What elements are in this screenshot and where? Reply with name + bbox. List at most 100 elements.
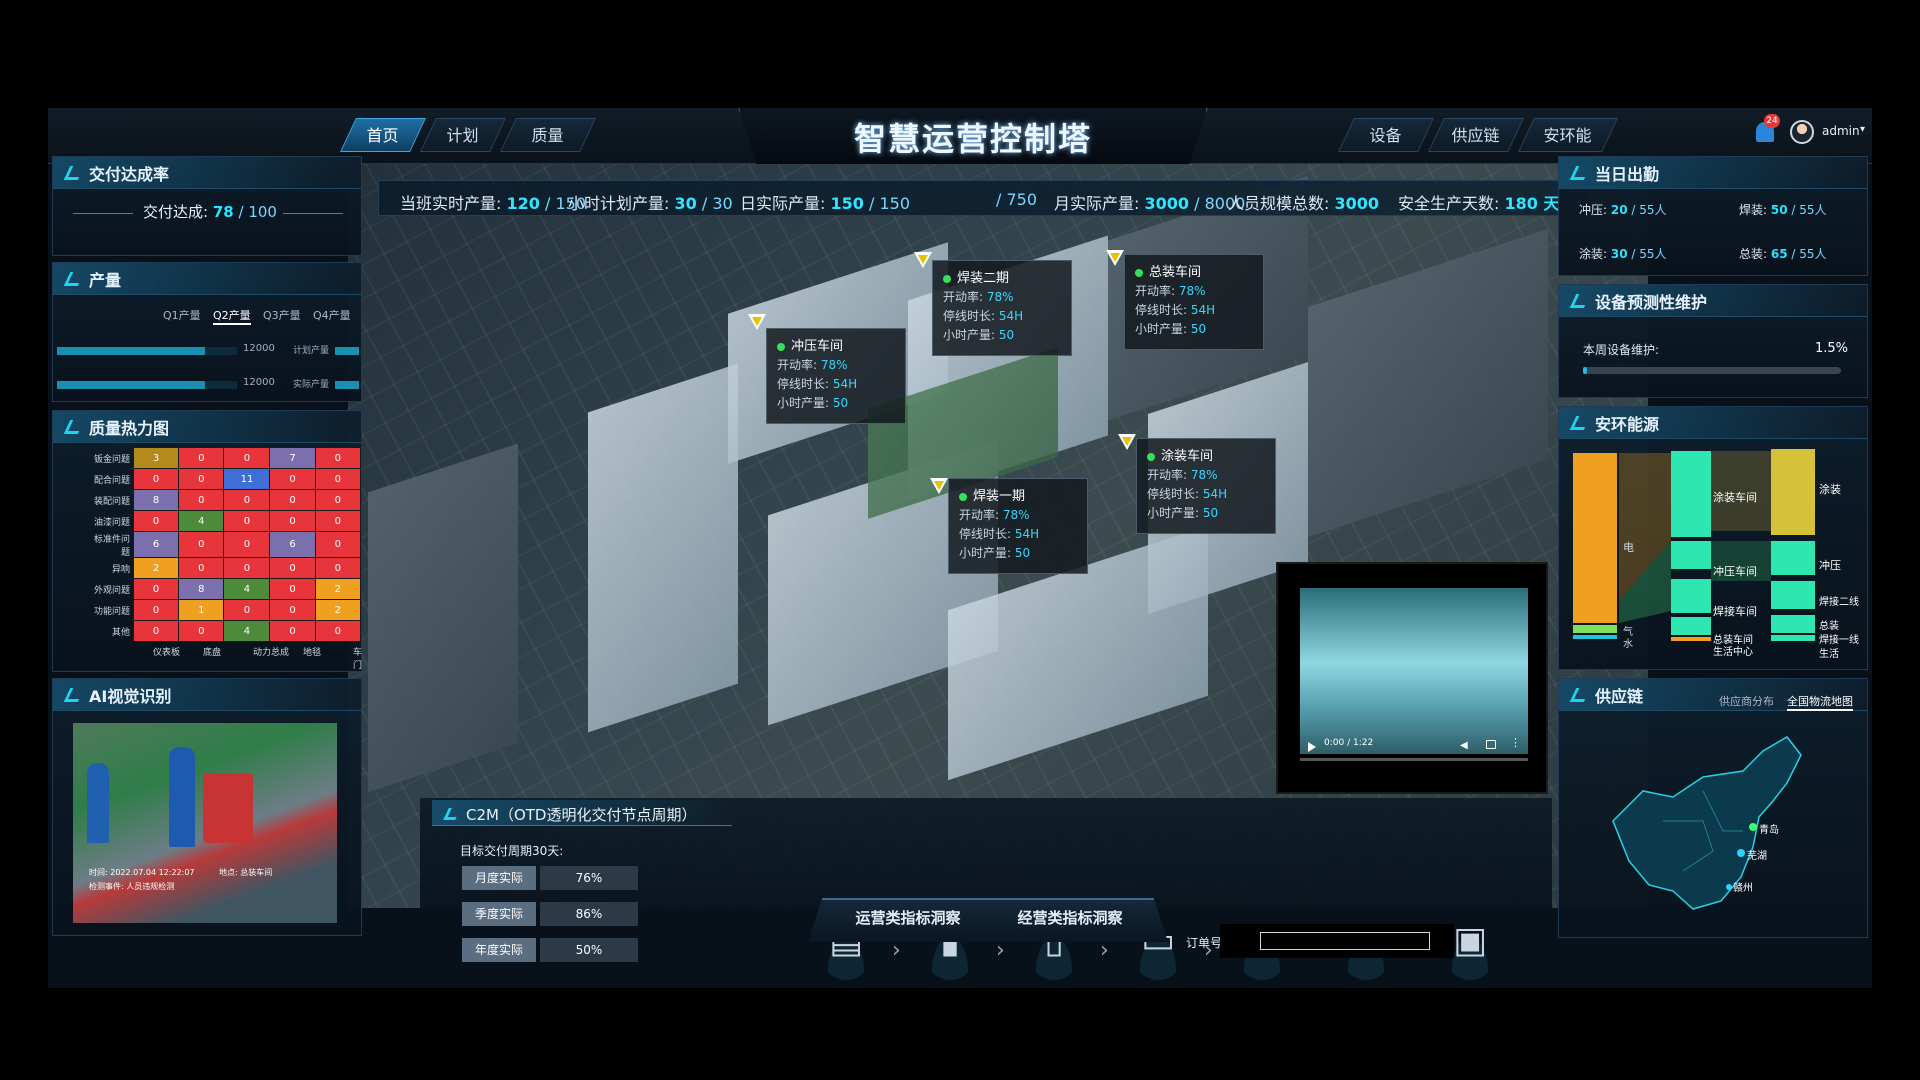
energy-label-painting: 涂装车间 <box>1713 491 1757 504</box>
heatmap-row-label: 油漆问题 <box>93 517 130 528</box>
worker-figure <box>87 763 109 843</box>
workshop-bubble-stamping[interactable]: 冲压车间 开动率: 78% 停线时长: 54H 小时产量: 50 <box>766 328 906 424</box>
heatmap-cell[interactable]: 0 <box>314 489 362 511</box>
heatmap-cell[interactable]: 0 <box>314 510 362 532</box>
heatmap-cell[interactable]: 0 <box>178 531 225 558</box>
location-pin-icon[interactable] <box>914 252 932 268</box>
city-marker-qingdao[interactable] <box>1749 823 1757 831</box>
tab-equipment[interactable]: 设备 <box>1338 118 1434 152</box>
sankey-node-stamping <box>1671 541 1711 569</box>
heatmap-cell[interactable]: 0 <box>223 531 271 558</box>
maintenance-title: 设备预测性维护 <box>1595 292 1708 312</box>
heatmap-cell[interactable]: 0 <box>223 489 271 511</box>
sankey-node-stamping-out <box>1771 541 1815 575</box>
workshop-bubble-welding-1[interactable]: 焊装一期 开动率: 78% 停线时长: 54H 小时产量: 50 <box>948 478 1088 574</box>
heatmap-cell[interactable]: 0 <box>132 599 180 621</box>
heatmap-cell[interactable]: 0 <box>269 489 316 511</box>
heatmap-cell[interactable]: 0 <box>269 578 316 600</box>
tab-supply-chain[interactable]: 供应链 <box>1428 118 1524 152</box>
heatmap-cell[interactable]: 2 <box>314 578 362 600</box>
tab-business-insight[interactable]: 经营类指标洞察 <box>990 898 1150 938</box>
tab-logistics-map[interactable]: 全国物流地图 <box>1787 693 1853 711</box>
header-marker-icon <box>1569 687 1591 702</box>
worker-figure <box>169 747 195 847</box>
city-marker-ganzhou[interactable] <box>1726 884 1732 890</box>
tab-safety-energy[interactable]: 安环能 <box>1518 118 1618 152</box>
heatmap-cell[interactable]: 0 <box>269 557 316 579</box>
heatmap-cell[interactable]: 0 <box>314 531 362 558</box>
play-icon[interactable] <box>1308 742 1316 752</box>
heatmap-cell[interactable]: 0 <box>132 620 180 642</box>
heatmap-cell[interactable]: 0 <box>178 557 225 579</box>
china-logistics-map[interactable] <box>1603 731 1813 921</box>
workshop-bubble-painting[interactable]: 涂装车间 开动率: 78% 停线时长: 54H 小时产量: 50 <box>1136 438 1276 534</box>
heatmap-cell[interactable]: 0 <box>223 447 271 469</box>
heatmap-cell[interactable]: 0 <box>314 620 362 642</box>
location-pin-icon[interactable] <box>748 314 766 330</box>
tab-q3[interactable]: Q3产量 <box>263 307 301 323</box>
heatmap-cell[interactable]: 0 <box>223 599 271 621</box>
heatmap-cell[interactable]: 0 <box>269 510 316 532</box>
heatmap-cell[interactable]: 0 <box>314 557 362 579</box>
user-name[interactable]: admin <box>1822 124 1860 138</box>
attendance-assembly: 总装: 65 / 55人 <box>1739 247 1827 261</box>
heatmap-cell[interactable]: 0 <box>132 578 180 600</box>
heatmap-cell[interactable]: 0 <box>269 468 316 490</box>
rate-value: 76% <box>540 866 638 890</box>
volume-icon[interactable]: ◀ <box>1460 740 1468 751</box>
tab-supplier-distribution[interactable]: 供应商分布 <box>1719 693 1774 709</box>
heatmap-cell[interactable]: 0 <box>178 620 225 642</box>
location-pin-icon[interactable] <box>1118 434 1136 450</box>
heatmap-cell[interactable]: 6 <box>269 531 316 558</box>
video-player[interactable]: 0:00 / 1:22 ◀ ⋮ <box>1276 562 1548 794</box>
heatmap-cell[interactable]: 8 <box>178 578 225 600</box>
energy-panel-header: 安环能源 <box>1559 407 1867 439</box>
heatmap-cell[interactable]: 0 <box>223 510 271 532</box>
heatmap-cell[interactable]: 8 <box>132 489 180 511</box>
heatmap-cell[interactable]: 11 <box>223 468 271 490</box>
tab-q4[interactable]: Q4产量 <box>313 307 351 323</box>
tab-q2[interactable]: Q2产量 <box>213 307 251 325</box>
location-pin-icon[interactable] <box>930 478 948 494</box>
tab-q1[interactable]: Q1产量 <box>163 307 201 323</box>
heatmap-cell[interactable]: 1 <box>178 599 225 621</box>
heatmap-cell[interactable]: 0 <box>269 620 316 642</box>
heatmap-cell[interactable]: 0 <box>269 599 316 621</box>
stat-extra: / 750 <box>996 190 1038 209</box>
heatmap-cell[interactable]: 0 <box>132 510 180 532</box>
maintenance-panel: 设备预测性维护 本周设备维护: 1.5% <box>1558 284 1868 398</box>
city-marker-wuhu[interactable] <box>1737 849 1745 857</box>
location-pin-icon[interactable] <box>1106 250 1124 266</box>
heatmap-cell[interactable]: 4 <box>223 578 271 600</box>
heatmap-cell[interactable]: 7 <box>269 447 316 469</box>
status-dot-icon <box>1147 452 1155 461</box>
video-progress-track[interactable] <box>1300 758 1528 761</box>
heatmap-cell[interactable]: 0 <box>223 557 271 579</box>
heatmap-cell[interactable]: 0 <box>314 468 362 490</box>
heatmap-cell[interactable]: 4 <box>223 620 271 642</box>
tab-operations-insight[interactable]: 运营类指标洞察 <box>828 898 988 938</box>
tab-quality[interactable]: 质量 <box>500 118 596 152</box>
heatmap-cell[interactable]: 0 <box>178 468 225 490</box>
heatmap-cell[interactable]: 4 <box>178 510 225 532</box>
avatar[interactable] <box>1790 120 1814 144</box>
order-number-input[interactable] <box>1220 924 1454 958</box>
camera-feed-image[interactable]: 时间: 2022.07.04 12:22:07 地点: 总装车间 检测事件: 人… <box>73 723 337 923</box>
heatmap-cell[interactable]: 0 <box>132 468 180 490</box>
heatmap-cell[interactable]: 2 <box>132 557 180 579</box>
heatmap-cell[interactable]: 3 <box>132 447 180 469</box>
heatmap-cell[interactable]: 0 <box>178 447 225 469</box>
notification-badge: 24 <box>1764 114 1780 128</box>
heatmap-cell[interactable]: 6 <box>132 531 180 558</box>
heatmap-cell[interactable]: 0 <box>314 447 362 469</box>
heatmap-cell[interactable]: 2 <box>314 599 362 621</box>
chevron-down-icon[interactable]: ▾ <box>1860 124 1865 135</box>
camera-caption-place: 地点: 总装车间 <box>219 868 273 877</box>
heatmap-row: 钣金问题 3 0 0 7 0 <box>93 447 362 469</box>
workshop-bubble-assembly[interactable]: 总装车间 开动率: 78% 停线时长: 54H 小时产量: 50 <box>1124 254 1264 350</box>
more-options-icon[interactable]: ⋮ <box>1510 736 1521 749</box>
delivery-value: 交付达成: 78 / 100 <box>143 203 277 221</box>
fullscreen-icon[interactable] <box>1486 740 1496 749</box>
workshop-bubble-welding-2[interactable]: 焊装二期 开动率: 78% 停线时长: 54H 小时产量: 50 <box>932 260 1072 356</box>
heatmap-cell[interactable]: 0 <box>178 489 225 511</box>
